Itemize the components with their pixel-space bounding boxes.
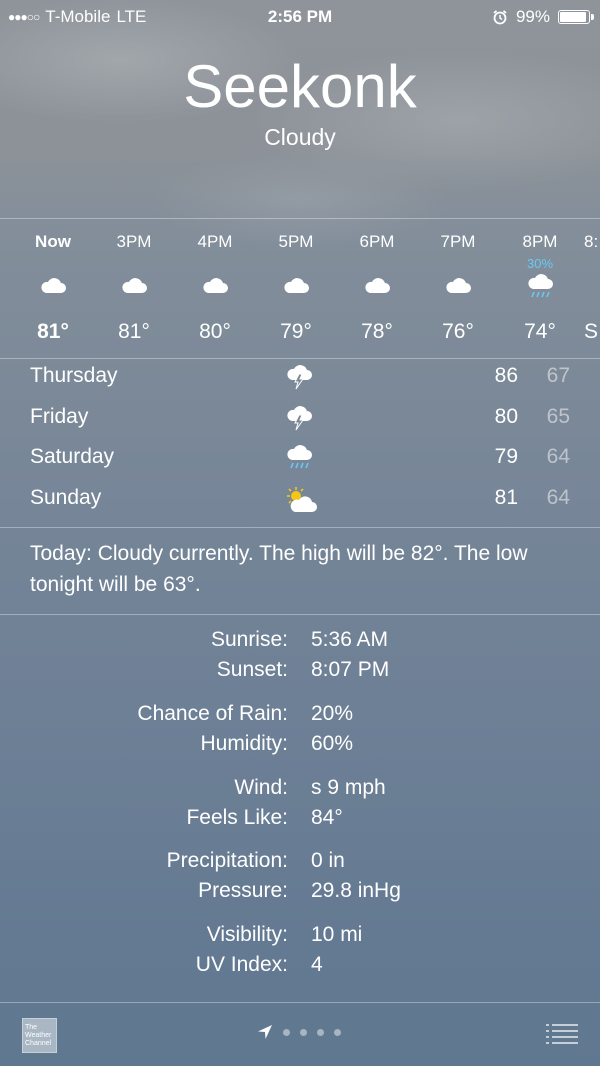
list-icon[interactable]	[546, 1022, 578, 1046]
day-high: 86	[494, 364, 518, 387]
detail-row-humidity: Humidity: 60%	[0, 732, 600, 762]
detail-label: UV Index:	[195, 953, 288, 976]
divider	[0, 527, 600, 528]
detail-value: 60%	[311, 732, 354, 755]
rain-cloud-icon	[525, 274, 555, 298]
hour-temp: 78°	[361, 320, 393, 343]
cloud-icon	[38, 274, 68, 296]
daily-row: Friday 80 65	[0, 399, 600, 440]
day-name: Saturday	[30, 445, 115, 468]
detail-row-pressure: Pressure: 29.8 inHg	[0, 879, 600, 909]
detail-value: 29.8 inHg	[311, 879, 401, 902]
alarm-icon	[493, 10, 507, 25]
cloud-icon	[200, 274, 230, 296]
bottom-toolbar: The Weather Channel	[0, 1004, 600, 1066]
location-arrow-icon	[258, 1025, 272, 1039]
detail-value: s 9 mph	[311, 776, 386, 799]
daily-forecast: Thursday 86 67 Friday 80 65 Saturday 79 64 Sunday…	[0, 358, 600, 520]
day-high: 79	[494, 445, 518, 468]
thunderstorm-icon	[284, 364, 318, 392]
page-indicator[interactable]	[257, 1024, 341, 1040]
hour-label: 5PM	[278, 232, 314, 251]
hour-temp: 80°	[199, 320, 231, 343]
divider	[0, 614, 600, 615]
precip-chance: 30%	[526, 256, 554, 271]
hour-temp: 74°	[524, 320, 556, 343]
detail-label: Visibility:	[206, 923, 288, 946]
hour-label: 6PM	[359, 232, 395, 251]
detail-value: 0 in	[311, 849, 345, 872]
page-dot[interactable]	[317, 1028, 324, 1036]
detail-row-visibility: Visibility: 10 mi	[0, 923, 600, 953]
daily-row: Sunday 81 64	[0, 480, 600, 521]
hour-temp: S	[584, 320, 599, 343]
hour-label: 8:	[584, 232, 599, 251]
day-high: 81	[494, 485, 518, 509]
detail-label: Wind:	[234, 776, 288, 799]
cloud-icon	[119, 274, 149, 296]
status-right: 99%	[492, 7, 594, 27]
detail-label: Chance of Rain:	[137, 702, 288, 725]
battery-icon	[558, 10, 594, 24]
day-name: Sunday	[30, 485, 102, 509]
detail-row-wind: Wind: s 9 mph	[0, 776, 600, 806]
day-name: Friday	[30, 404, 89, 428]
detail-label: Sunrise:	[210, 628, 288, 651]
detail-row-sunrise: Sunrise: 5:36 AM	[0, 628, 600, 658]
hour-temp: 81°	[118, 320, 150, 343]
day-low: 64	[546, 485, 570, 509]
detail-label: Pressure:	[198, 879, 288, 902]
thunderstorm-icon	[284, 405, 318, 433]
city-name: Seekonk	[183, 53, 417, 120]
day-high: 80	[494, 404, 518, 428]
hourly-forecast[interactable]: Now 81° 3PM 81° 4PM 80° 5PM 79° 6PM 78° 7PM 76° 8PM 3…	[0, 218, 600, 358]
detail-value: 20%	[311, 702, 354, 725]
page-dot[interactable]	[283, 1028, 290, 1036]
partly-sunny-icon	[284, 486, 318, 514]
detail-value: 8:07 PM	[311, 658, 390, 681]
detail-row-precipitation: Precipitation: 0 in	[0, 849, 600, 879]
hour-label: 8PM	[522, 232, 558, 251]
daily-row: Thursday 86 67	[0, 358, 600, 399]
battery-percent: 99%	[515, 7, 550, 26]
page-dot[interactable]	[300, 1028, 307, 1036]
hour-label: 4PM	[197, 232, 233, 251]
detail-row-chance-of-rain: Chance of Rain: 20%	[0, 702, 600, 732]
day-low: 65	[546, 404, 570, 428]
detail-row-feels-like: Feels Like: 84°	[0, 806, 600, 836]
cloud-icon	[281, 274, 311, 296]
divider	[0, 1002, 600, 1003]
detail-label: Sunset:	[216, 658, 288, 681]
detail-label: Precipitation:	[166, 849, 288, 872]
today-summary: Today: Cloudy currently. The high will b…	[30, 542, 528, 596]
rain-cloud-icon	[284, 445, 318, 473]
detail-value: 10 mi	[311, 923, 363, 946]
weather-channel-logo[interactable]: The Weather Channel	[22, 1018, 57, 1053]
hour-temp: 76°	[442, 320, 474, 343]
detail-row-uv-index: UV Index: 4	[0, 953, 600, 983]
hour-label: 7PM	[440, 232, 476, 251]
detail-value: 4	[311, 953, 323, 976]
hour-label: Now	[35, 232, 71, 251]
page-dot[interactable]	[334, 1028, 341, 1036]
detail-label: Feels Like:	[186, 806, 288, 829]
daily-row: Saturday 79 64	[0, 439, 600, 480]
day-low: 67	[546, 364, 570, 387]
detail-row-sunset: Sunset: 8:07 PM	[0, 658, 600, 688]
hour-label: 3PM	[116, 232, 152, 251]
cloud-icon	[362, 274, 392, 296]
detail-value: 84°	[311, 806, 343, 829]
day-name: Thursday	[30, 364, 118, 387]
hour-temp: 79°	[280, 320, 312, 343]
cloud-icon	[443, 274, 473, 296]
hour-temp: 81°	[37, 320, 69, 343]
detail-value: 5:36 AM	[311, 628, 389, 651]
detail-label: Humidity:	[200, 732, 288, 755]
current-condition: Cloudy	[264, 124, 336, 150]
day-low: 64	[546, 445, 570, 468]
status-bar: ●●●○○ T-Mobile LTE 2:56 PM 99%	[0, 0, 600, 32]
